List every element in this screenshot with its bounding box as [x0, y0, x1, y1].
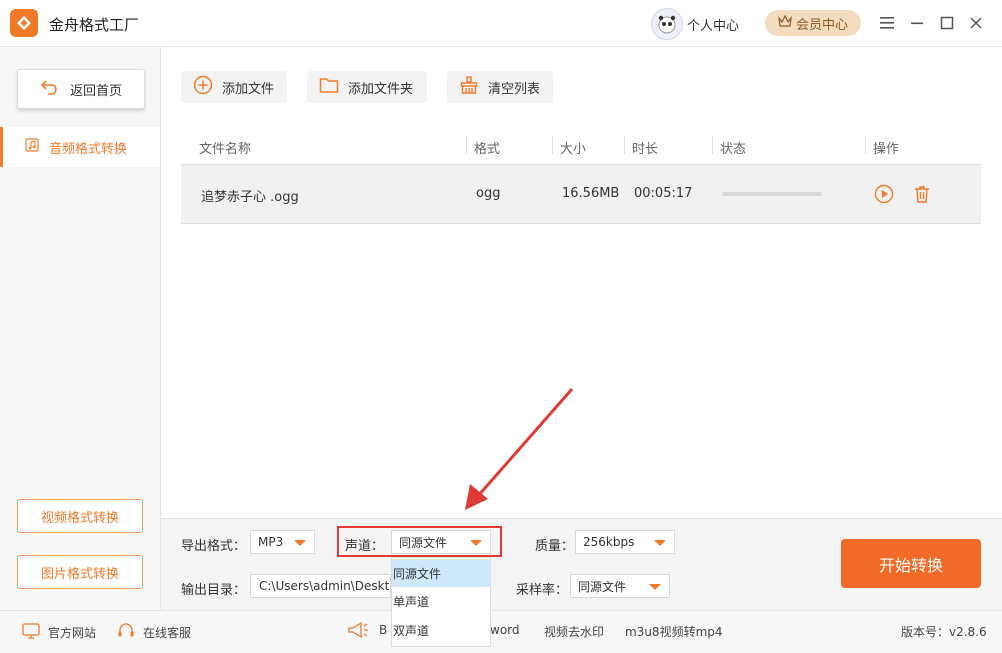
official-site-link[interactable]: 官方网站 [22, 623, 96, 642]
column-header-actions: 操作 [873, 142, 900, 157]
sidebar-item-label: 音频格式转换 [49, 141, 128, 157]
back-home-button[interactable]: 返回首页 [17, 69, 145, 109]
column-divider [624, 136, 625, 154]
promo-link-remove-watermark[interactable]: 视频去水印 [544, 623, 604, 640]
column-header-name: 文件名称 [199, 142, 252, 157]
crown-icon [778, 14, 792, 31]
broom-icon [459, 75, 479, 99]
play-icon[interactable] [874, 184, 894, 208]
monitor-icon [22, 623, 40, 642]
start-convert-button[interactable]: 开始转换 [841, 539, 981, 588]
promo-link-pdf-to-word-left[interactable]: B [379, 623, 387, 637]
back-home-label: 返回首页 [69, 83, 122, 99]
clear-list-label: 清空列表 [488, 81, 541, 97]
image-convert-button[interactable]: 图片格式转换 [17, 555, 143, 589]
promo-link-pdf-to-word-right[interactable]: word [490, 623, 520, 637]
minimize-icon[interactable] [907, 13, 927, 33]
dropdown-option-mono[interactable]: 单声道 [392, 587, 491, 615]
column-header-duration: 时长 [632, 142, 659, 157]
column-divider [552, 136, 553, 154]
return-arrow-icon [40, 79, 60, 99]
table-row[interactable]: 追梦赤子心 .ogg ogg 16.56MB 00:05:17 [181, 165, 981, 224]
sidebar-item-audio-convert[interactable]: 音频格式转换 [0, 127, 160, 167]
dropdown-option-same-as-source[interactable]: 同源文件 [392, 559, 491, 587]
delete-icon[interactable] [912, 184, 932, 208]
column-divider [865, 136, 866, 154]
column-header-format: 格式 [474, 142, 501, 157]
column-header-status: 状态 [720, 142, 747, 157]
conversion-progress-bar [722, 192, 822, 196]
official-site-label: 官方网站 [48, 626, 97, 640]
avatar[interactable] [651, 8, 683, 40]
channel-dropdown-menu: 同源文件 单声道 双声道 [391, 557, 491, 647]
column-divider [466, 136, 467, 154]
sample-rate-value: 同源文件 [578, 579, 627, 594]
column-divider [712, 136, 713, 154]
headset-icon [117, 623, 135, 642]
output-dir-value: C:\Users\admin\Deskto [259, 579, 391, 593]
folder-icon [319, 76, 339, 98]
maximize-icon[interactable] [937, 13, 957, 33]
quality-select[interactable]: 256kbps [575, 530, 675, 554]
megaphone-icon [347, 620, 369, 644]
file-table-header: 文件名称 格式 大小 时长 状态 操作 [181, 128, 981, 165]
export-format-label: 导出格式： [181, 539, 247, 554]
output-dir-field[interactable]: C:\Users\admin\Deskto [250, 574, 391, 598]
file-format-cell: ogg [476, 186, 501, 201]
annotation-highlight-box [337, 526, 502, 557]
music-file-icon [25, 138, 39, 156]
app-title: 金舟格式工厂 [49, 16, 140, 34]
export-format-value: MP3 [258, 535, 284, 549]
add-folder-label: 添加文件夹 [348, 81, 414, 97]
add-folder-button[interactable]: 添加文件夹 [307, 71, 427, 103]
member-center-label: 会员中心 [795, 17, 848, 33]
video-convert-button[interactable]: 视频格式转换 [17, 499, 143, 533]
promo-link-m3u8-to-mp4[interactable]: m3u8视频转mp4 [625, 623, 723, 640]
chevron-down-icon [649, 584, 661, 590]
close-icon[interactable] [966, 13, 986, 33]
clear-list-button[interactable]: 清空列表 [447, 71, 553, 103]
online-service-label: 在线客服 [143, 626, 192, 640]
menu-icon[interactable] [877, 13, 897, 33]
user-center-link[interactable]: 个人中心 [687, 15, 739, 34]
online-service-link[interactable]: 在线客服 [117, 623, 191, 642]
dropdown-option-stereo[interactable]: 双声道 [392, 616, 491, 644]
file-size-cell: 16.56MB [562, 186, 620, 201]
column-header-size: 大小 [560, 142, 587, 157]
add-file-label: 添加文件 [222, 81, 275, 97]
file-name-cell: 追梦赤子心 .ogg [201, 190, 299, 205]
plus-circle-icon [193, 75, 213, 99]
export-format-select[interactable]: MP3 [250, 530, 315, 554]
chevron-down-icon [654, 540, 666, 546]
add-file-button[interactable]: 添加文件 [181, 71, 287, 103]
quality-value: 256kbps [583, 535, 635, 549]
sample-rate-label: 采样率： [516, 583, 569, 598]
quality-label: 质量： [535, 539, 575, 554]
output-dir-label: 输出目录： [181, 583, 247, 598]
chevron-down-icon [294, 540, 306, 546]
app-logo-icon [10, 9, 38, 37]
member-center-button[interactable]: 会员中心 [765, 10, 861, 36]
sample-rate-select[interactable]: 同源文件 [570, 574, 670, 598]
version-text: 版本号：v2.8.6 [901, 625, 987, 639]
file-duration-cell: 00:05:17 [634, 186, 693, 201]
